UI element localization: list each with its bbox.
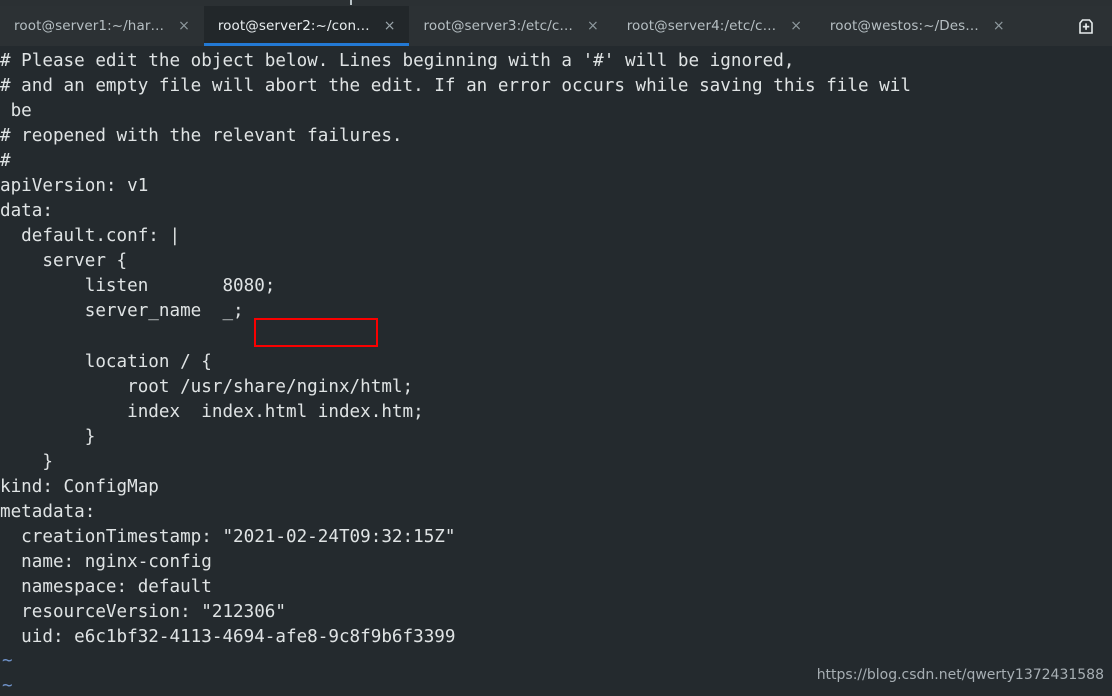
tab-root-westos[interactable]: root@westos:~/Des… ×: [815, 6, 1019, 46]
tab-label: root@server4:/etc/c…: [626, 18, 777, 34]
terminal-content-area[interactable]: # Please edit the object below. Lines be…: [0, 46, 1112, 696]
tab-root-server1[interactable]: root@server1:~/har… ×: [0, 6, 204, 46]
close-icon[interactable]: ×: [384, 19, 396, 33]
tab-label: root@server1:~/har…: [14, 18, 165, 34]
tab-bar-spacer: [1018, 6, 1060, 46]
empty-line-markers: ~ ~: [2, 651, 13, 696]
new-tab-icon: [1076, 16, 1096, 36]
tab-root-server3[interactable]: root@server3:/etc/c… ×: [409, 6, 613, 46]
editor-buffer-text: # Please edit the object below. Lines be…: [0, 51, 911, 648]
tab-bar: root@server1:~/har… × root@server2:~/con…: [0, 6, 1112, 46]
tab-root-server2[interactable]: root@server2:~/con… ×: [203, 6, 410, 46]
watermark-text: https://blog.csdn.net/qwerty1372431588: [816, 667, 1104, 683]
close-icon[interactable]: ×: [790, 19, 802, 33]
close-icon[interactable]: ×: [993, 19, 1005, 33]
tab-label: root@server3:/etc/c…: [423, 18, 573, 34]
tab-root-server4[interactable]: root@server4:/etc/c… ×: [612, 6, 816, 46]
terminal-window: root@server1:~/har… × root@server2:~/con…: [0, 0, 1112, 696]
new-tab-button[interactable]: [1060, 6, 1112, 46]
close-icon[interactable]: ×: [587, 19, 599, 33]
tab-label: root@westos:~/Des…: [829, 18, 979, 34]
close-icon[interactable]: ×: [178, 19, 190, 33]
tab-label: root@server2:~/con…: [217, 18, 370, 34]
window-top-strip-mark: [350, 0, 352, 5]
